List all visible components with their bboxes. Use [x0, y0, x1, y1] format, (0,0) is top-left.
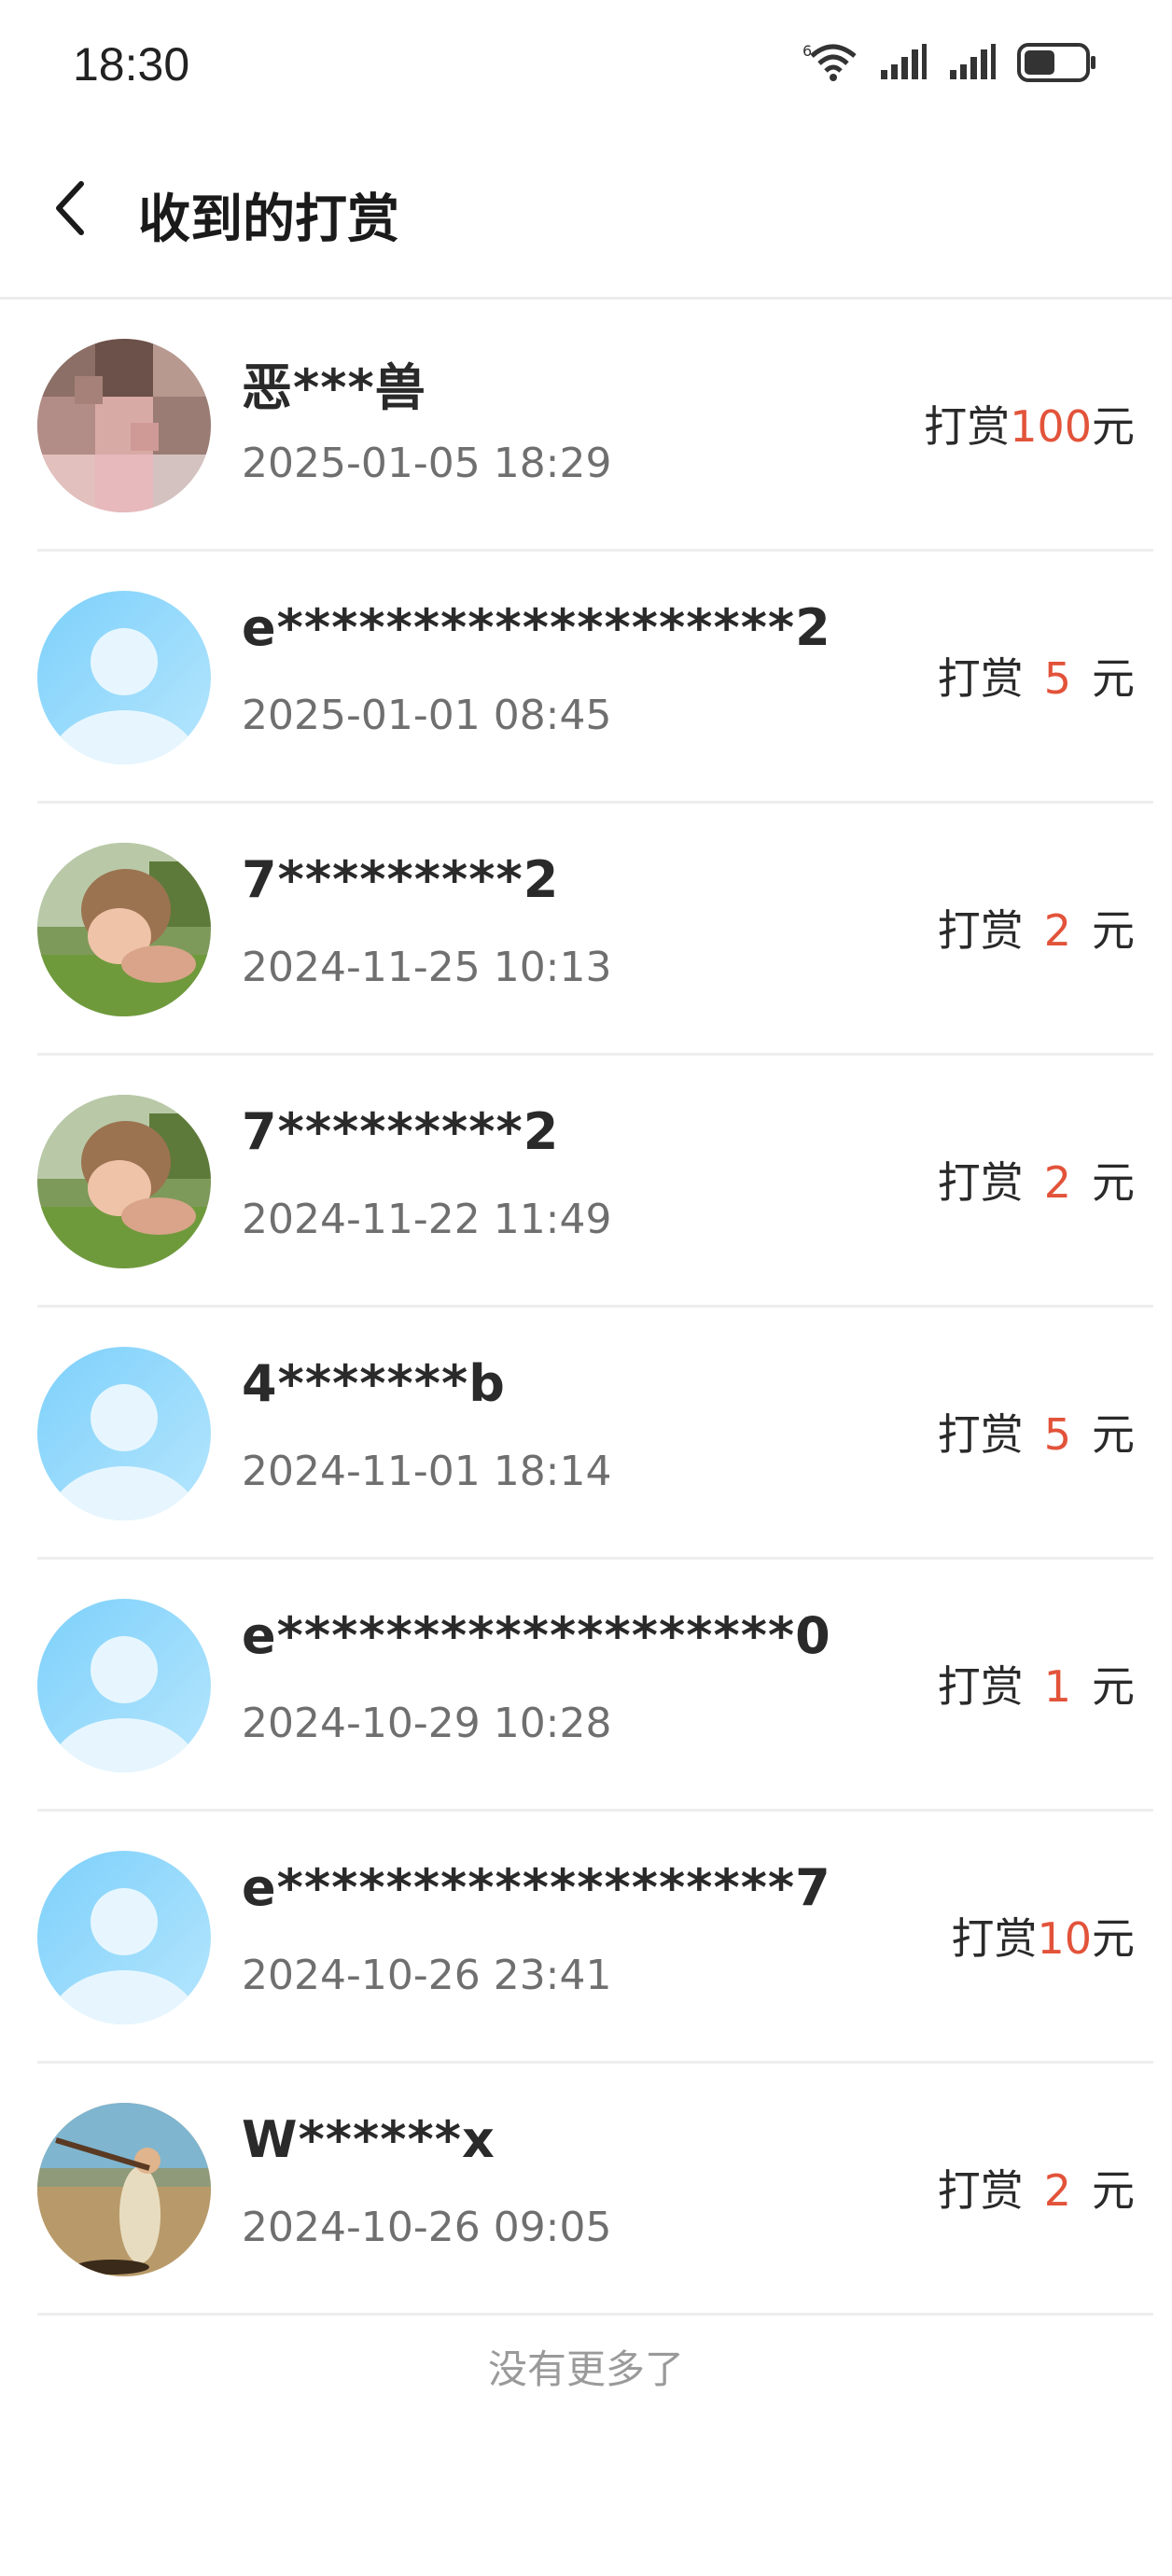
reward-prefix: 打赏 — [937, 653, 1024, 704]
reward-suffix: 元 — [1092, 2165, 1135, 2216]
reward-row[interactable]: e*******************7 2024-10-26 23:41 打… — [37, 1812, 1153, 2064]
reward-prefix: 打赏 — [937, 905, 1024, 956]
page-title: 收到的打赏 — [138, 189, 399, 250]
avatar[interactable] — [37, 1347, 211, 1520]
reward-time: 2024-11-01 18:14 — [242, 1448, 612, 1495]
reward-row[interactable]: 恶***兽 2025-01-05 18:29 打赏100元 — [37, 300, 1153, 552]
reward-time: 2024-10-26 09:05 — [242, 2204, 612, 2251]
no-more-text: 没有更多了 — [487, 2346, 684, 2392]
avatar[interactable] — [37, 1599, 211, 1772]
user-name: e*******************0 — [242, 1606, 831, 1665]
reward-row[interactable]: W******x 2024-10-26 09:05 打赏 2 元 — [37, 2064, 1153, 2316]
reward-list: 恶***兽 2025-01-05 18:29 打赏100元 e*********… — [0, 300, 1172, 2316]
user-name: 4*******b — [242, 1354, 506, 1413]
reward-amount: 2 — [1043, 2165, 1071, 2216]
reward-amount-label: 打赏 2 元 — [938, 897, 1135, 959]
user-name: W******x — [242, 2110, 495, 2169]
app-header: 收到的打赏 — [0, 140, 1172, 300]
reward-row[interactable]: 7*********2 2024-11-25 10:13 打赏 2 元 — [37, 804, 1153, 1056]
reward-amount-label: 打赏10元 — [951, 1905, 1135, 1967]
reward-row[interactable]: e*******************2 2025-01-01 08:45 打… — [37, 552, 1153, 804]
reward-prefix: 打赏 — [937, 1157, 1024, 1208]
avatar[interactable] — [37, 591, 211, 764]
reward-amount: 5 — [1043, 653, 1071, 704]
battery-icon — [1017, 43, 1097, 86]
avatar[interactable] — [37, 2103, 211, 2276]
back-button[interactable] — [37, 173, 103, 247]
avatar[interactable] — [37, 1851, 211, 2024]
reward-prefix: 打赏 — [937, 1409, 1024, 1460]
reward-amount: 2 — [1043, 1157, 1071, 1208]
signal-1-icon — [879, 44, 928, 85]
user-name: 7*********2 — [242, 1102, 560, 1161]
reward-suffix: 元 — [1092, 1661, 1135, 1712]
avatar[interactable] — [37, 1095, 211, 1268]
reward-amount-label: 打赏 5 元 — [938, 1401, 1135, 1463]
reward-amount-label: 打赏100元 — [924, 393, 1135, 455]
reward-suffix: 元 — [1092, 1157, 1135, 1208]
reward-amount-label: 打赏 2 元 — [938, 2157, 1135, 2219]
user-name: e*******************7 — [242, 1858, 831, 1917]
reward-amount: 1 — [1043, 1661, 1071, 1712]
reward-amount-label: 打赏 5 元 — [938, 645, 1135, 707]
reward-time: 2024-10-26 23:41 — [242, 1952, 612, 1999]
avatar[interactable] — [37, 339, 211, 512]
rewards-screen: 18:30 6 收到的打赏 恶***兽 2025-01-05 18:29 打赏1… — [0, 0, 1172, 2576]
reward-suffix: 元 — [1092, 653, 1135, 704]
reward-prefix: 打赏 — [937, 1661, 1024, 1712]
reward-row[interactable]: 4*******b 2024-11-01 18:14 打赏 5 元 — [37, 1308, 1153, 1560]
reward-suffix: 元 — [1092, 401, 1135, 452]
reward-amount-label: 打赏 2 元 — [938, 1149, 1135, 1211]
reward-prefix: 打赏 — [924, 401, 1011, 452]
reward-prefix: 打赏 — [937, 2165, 1024, 2216]
status-time: 18:30 — [73, 38, 190, 91]
signal-2-icon — [948, 44, 997, 85]
reward-amount-label: 打赏 1 元 — [938, 1653, 1135, 1715]
reward-time: 2024-10-29 10:28 — [242, 1700, 612, 1747]
reward-row[interactable]: 7*********2 2024-11-22 11:49 打赏 2 元 — [37, 1056, 1153, 1308]
wifi-6-icon: 6 — [802, 41, 858, 88]
status-icons: 6 — [802, 41, 1097, 88]
user-name: 恶***兽 — [242, 358, 426, 417]
user-name: 7*********2 — [242, 850, 560, 909]
reward-time: 2024-11-25 10:13 — [242, 944, 612, 991]
status-bar: 18:30 6 — [0, 0, 1172, 103]
reward-amount: 10 — [1037, 1913, 1092, 1964]
reward-time: 2025-01-01 08:45 — [242, 692, 612, 739]
user-name: e*******************2 — [242, 598, 831, 657]
reward-time: 2025-01-05 18:29 — [242, 440, 612, 487]
reward-suffix: 元 — [1092, 1409, 1135, 1460]
reward-suffix: 元 — [1092, 905, 1135, 956]
reward-amount: 5 — [1043, 1409, 1071, 1460]
reward-time: 2024-11-22 11:49 — [242, 1196, 612, 1243]
reward-row[interactable]: e*******************0 2024-10-29 10:28 打… — [37, 1560, 1153, 1812]
reward-amount: 2 — [1043, 905, 1071, 956]
chevron-left-icon — [51, 180, 89, 240]
reward-amount: 100 — [1010, 401, 1092, 452]
avatar[interactable] — [37, 843, 211, 1016]
svg-text:6: 6 — [802, 42, 812, 60]
reward-suffix: 元 — [1092, 1913, 1135, 1964]
reward-prefix: 打赏 — [951, 1913, 1038, 1964]
